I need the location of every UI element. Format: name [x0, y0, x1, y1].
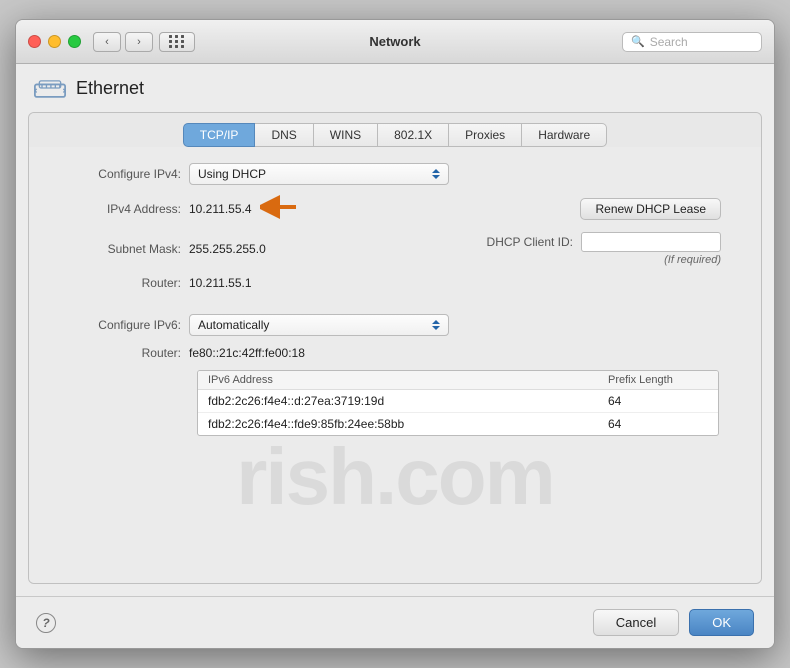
- col-address-header: IPv6 Address: [208, 374, 608, 386]
- dhcp-client-input[interactable]: [581, 232, 721, 252]
- prefix-length-2: 64: [608, 417, 708, 431]
- tab-8021x[interactable]: 802.1X: [378, 123, 449, 147]
- traffic-lights: [28, 35, 81, 48]
- ipv6-address-2: fdb2:2c26:f4e4::fde9:85fb:24ee:58bb: [208, 417, 608, 431]
- ok-button[interactable]: OK: [689, 609, 754, 636]
- tab-dns[interactable]: DNS: [255, 123, 313, 147]
- subnet-mask-value: 255.255.255.0: [189, 242, 266, 256]
- bottom-actions: Cancel OK: [593, 609, 754, 636]
- dhcp-client-section: DHCP Client ID: (If required): [487, 232, 721, 266]
- forward-button[interactable]: ›: [125, 32, 153, 52]
- configure-ipv4-row: Configure IPv4: Using DHCP: [49, 163, 741, 185]
- maximize-button[interactable]: [68, 35, 81, 48]
- configure-ipv6-row: Configure IPv6: Automatically: [49, 314, 741, 336]
- subnet-mask-row: Subnet Mask: 255.255.255.0 DHCP Client I…: [49, 232, 741, 266]
- ipv6-address-1: fdb2:2c26:f4e4::d:27ea:3719:19d: [208, 394, 608, 408]
- configure-ipv6-label: Configure IPv6:: [49, 318, 189, 332]
- if-required-label: (If required): [664, 254, 721, 266]
- tab-hardware[interactable]: Hardware: [522, 123, 607, 147]
- ipv6-table: IPv6 Address Prefix Length fdb2:2c26:f4e…: [197, 370, 719, 436]
- dhcp-client-row: DHCP Client ID:: [487, 232, 721, 252]
- router-ipv6-label: Router:: [49, 346, 189, 360]
- back-button[interactable]: ‹: [93, 32, 121, 52]
- configure-ipv4-select[interactable]: Using DHCP: [189, 163, 449, 185]
- router-label: Router:: [49, 276, 189, 290]
- tab-tcpip[interactable]: TCP/IP: [183, 123, 256, 147]
- ethernet-label: Ethernet: [76, 78, 144, 99]
- network-window: ‹ › Network 🔍 Search: [15, 19, 775, 649]
- tabs-bar: TCP/IP DNS WINS 802.1X Proxies Hardware: [29, 113, 761, 147]
- grid-button[interactable]: [159, 32, 195, 52]
- table-row: fdb2:2c26:f4e4::d:27ea:3719:19d 64: [198, 390, 718, 413]
- dhcp-client-label: DHCP Client ID:: [487, 235, 573, 249]
- select-arrow-ipv6-icon: [432, 320, 440, 330]
- tab-wins[interactable]: WINS: [314, 123, 378, 147]
- search-icon: 🔍: [631, 35, 645, 48]
- table-row: fdb2:2c26:f4e4::fde9:85fb:24ee:58bb 64: [198, 413, 718, 435]
- prefix-length-1: 64: [608, 394, 708, 408]
- nav-buttons: ‹ ›: [93, 32, 153, 52]
- configure-ipv6-value: Automatically: [198, 318, 269, 332]
- tab-proxies[interactable]: Proxies: [449, 123, 522, 147]
- minimize-button[interactable]: [48, 35, 61, 48]
- help-button[interactable]: ?: [36, 613, 56, 633]
- renew-dhcp-button[interactable]: Renew DHCP Lease: [580, 198, 721, 220]
- router-ipv6-row: Router: fe80::21c:42ff:fe00:18: [49, 346, 741, 360]
- ipv4-address-row: IPv4 Address: 10.211.55.4 Renew DHCP: [49, 195, 741, 222]
- form-area: Configure IPv4: Using DHCP IPv4 Address:…: [29, 147, 761, 583]
- configure-ipv6-select[interactable]: Automatically: [189, 314, 449, 336]
- orange-arrow-icon: [260, 195, 298, 222]
- content-area: TCP/IP DNS WINS 802.1X Proxies Hardware …: [28, 112, 762, 584]
- cancel-button[interactable]: Cancel: [593, 609, 679, 636]
- subnet-mask-label: Subnet Mask:: [49, 242, 189, 256]
- select-arrow-icon: [432, 169, 440, 179]
- ipv4-address-label: IPv4 Address:: [49, 202, 189, 216]
- configure-ipv4-label: Configure IPv4:: [49, 167, 189, 181]
- ipv4-address-value: 10.211.55.4: [189, 202, 252, 216]
- bottom-bar: ? Cancel OK: [16, 596, 774, 648]
- search-placeholder: Search: [650, 35, 688, 49]
- configure-ipv4-value: Using DHCP: [198, 167, 266, 181]
- ethernet-header: Ethernet: [16, 64, 774, 112]
- ethernet-icon: [34, 76, 66, 100]
- router-value: 10.211.55.1: [189, 276, 252, 290]
- grid-icon: [169, 35, 185, 48]
- titlebar: ‹ › Network 🔍 Search: [16, 20, 774, 64]
- col-prefix-header: Prefix Length: [608, 374, 708, 386]
- ipv6-table-header: IPv6 Address Prefix Length: [198, 371, 718, 390]
- watermark: rish.com: [236, 431, 553, 523]
- router-row: Router: 10.211.55.1: [49, 276, 741, 290]
- close-button[interactable]: [28, 35, 41, 48]
- router-ipv6-value: fe80::21c:42ff:fe00:18: [189, 346, 305, 360]
- search-bar[interactable]: 🔍 Search: [622, 32, 762, 52]
- window-title: Network: [369, 34, 420, 49]
